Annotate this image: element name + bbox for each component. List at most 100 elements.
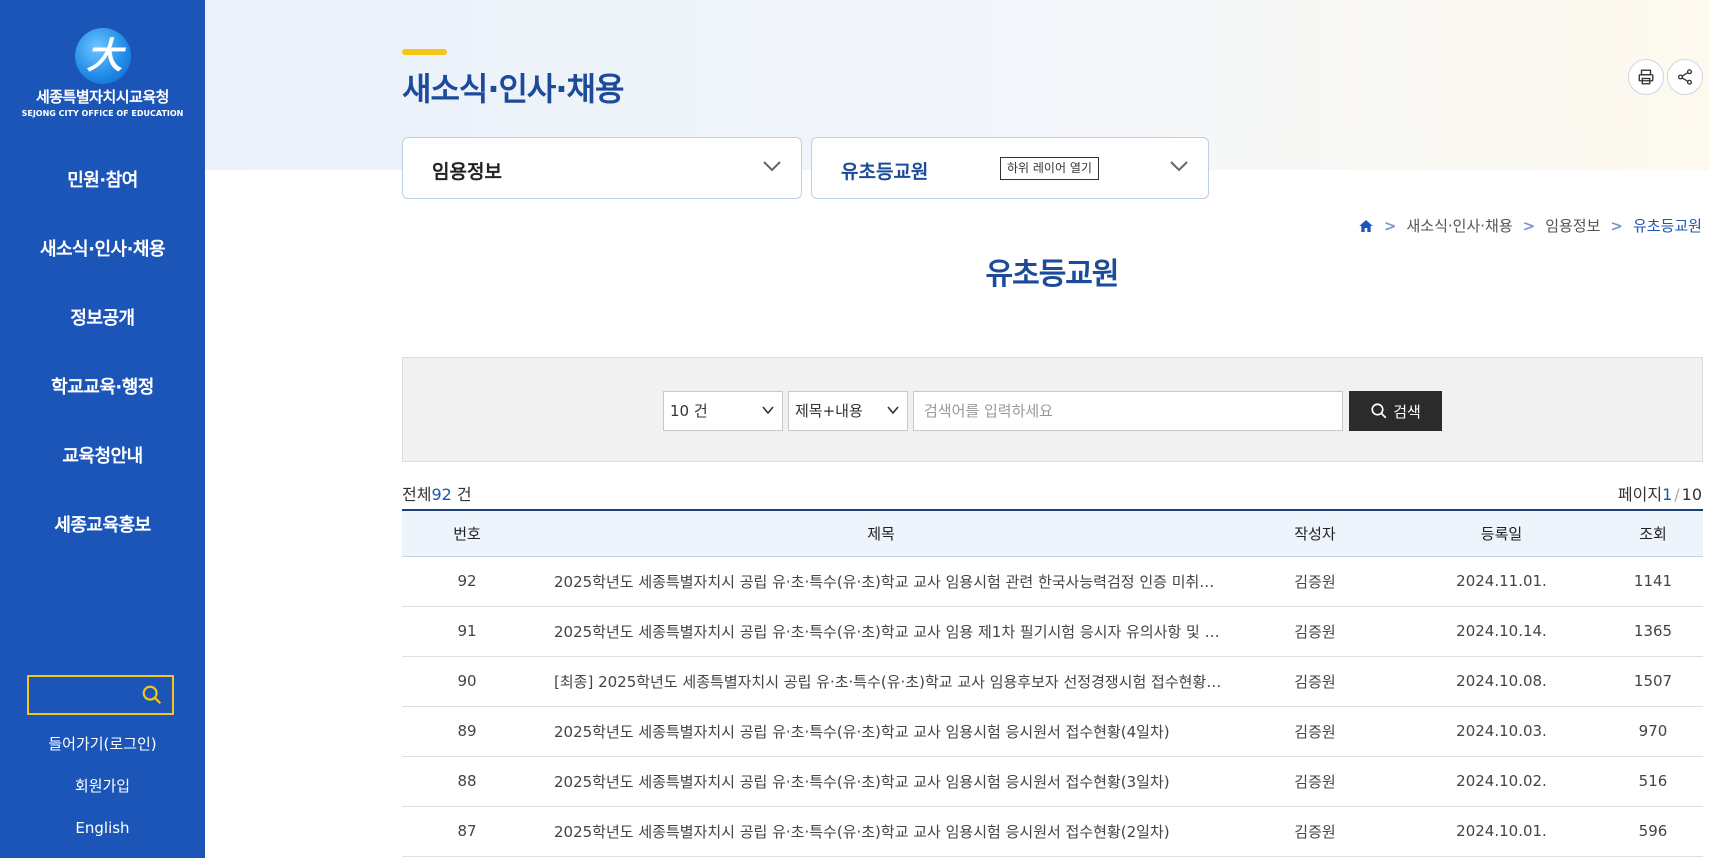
search-input[interactable] [913, 391, 1343, 431]
chevron-down-icon [1170, 161, 1188, 172]
nav-item-pr[interactable]: 세종교육홍보 [0, 505, 205, 574]
logo-korean-name: 세종특별자치시교육청 [35, 88, 170, 106]
cell-date: 2024.10.08. [1456, 672, 1547, 690]
header-title: 제목 [867, 524, 895, 543]
table-row[interactable]: 90 [최종] 2025학년도 세종특별자치시 공립 유·초·특수(유·초)학교… [402, 656, 1703, 706]
table-header: 번호 제목 작성자 등록일 조회 [402, 510, 1703, 556]
table-row[interactable]: 89 2025학년도 세종특별자치시 공립 유·초·특수(유·초)학교 교사 임… [402, 706, 1703, 756]
board-table: 번호 제목 작성자 등록일 조회 92 2025학년도 세종특별자치시 공립 유… [402, 509, 1703, 857]
share-button[interactable] [1667, 59, 1703, 95]
cell-views: 516 [1638, 772, 1668, 790]
cell-number: 91 [457, 622, 477, 640]
table-row[interactable]: 88 2025학년도 세종특별자치시 공립 유·초·특수(유·초)학교 교사 임… [402, 756, 1703, 806]
cell-number: 87 [457, 822, 477, 840]
chevron-right-icon: > [1610, 216, 1623, 235]
join-link[interactable]: 회원가입 [0, 775, 205, 817]
field-select[interactable]: 제목+내용 [788, 391, 908, 431]
logo[interactable]: 大 세종특별자치시교육청 SEJONG CITY OFFICE OF EDUCA… [0, 28, 205, 118]
nav-item-office-guide[interactable]: 교육청안내 [0, 436, 205, 505]
breadcrumb-current[interactable]: 유초등교원 [1633, 215, 1702, 236]
nav-item-civil[interactable]: 민원·참여 [0, 160, 205, 229]
cell-title-link[interactable]: 2025학년도 세종특별자치시 공립 유·초·특수(유·초)학교 교사 임용시험… [532, 556, 1230, 606]
logo-english-name: SEJONG CITY OFFICE OF EDUCATION [21, 109, 184, 118]
chevron-down-icon [762, 406, 774, 415]
title-accent-bar [402, 49, 447, 55]
nav-item-info-disclosure[interactable]: 정보공개 [0, 298, 205, 367]
header-writer: 작성자 [1294, 524, 1336, 543]
page-current: 1 [1662, 485, 1673, 504]
home-icon[interactable] [1358, 218, 1374, 234]
share-icon [1677, 69, 1693, 85]
table-row[interactable]: 92 2025학년도 세종특별자치시 공립 유·초·특수(유·초)학교 교사 임… [402, 556, 1703, 606]
cell-number: 92 [457, 572, 477, 590]
cell-title-link[interactable]: [최종] 2025학년도 세종특별자치시 공립 유·초·특수(유·초)학교 교사… [532, 656, 1230, 706]
cell-date: 2024.11.01. [1456, 572, 1547, 590]
cell-title-link[interactable]: 2025학년도 세종특별자치시 공립 유·초·특수(유·초)학교 교사 임용 제… [532, 606, 1230, 656]
total-suffix: 건 [451, 485, 472, 504]
field-select-value: 제목+내용 [795, 402, 863, 420]
cell-number: 88 [457, 772, 477, 790]
breadcrumb: > 새소식·인사·채용 > 임용정보 > 유초등교원 [1358, 215, 1702, 236]
page-total: 10 [1681, 485, 1702, 504]
cell-date: 2024.10.01. [1456, 822, 1547, 840]
header-number: 번호 [453, 524, 481, 543]
search-panel: 10 건 제목+내용 검색 [402, 357, 1703, 462]
print-button[interactable] [1628, 59, 1664, 95]
sidebar: 大 세종특별자치시교육청 SEJONG CITY OFFICE OF EDUCA… [0, 0, 205, 858]
total-count: 전체92 건 [402, 481, 472, 505]
login-link[interactable]: 들어가기(로그인) [0, 733, 205, 775]
page-separator: / [1674, 485, 1680, 504]
table-row[interactable]: 87 2025학년도 세종특별자치시 공립 유·초·특수(유·초)학교 교사 임… [402, 806, 1703, 856]
search-button[interactable]: 검색 [1349, 391, 1442, 431]
cell-writer: 김증원 [1294, 772, 1336, 791]
category-dropdown[interactable]: 임용정보 [402, 137, 802, 199]
table-body: 92 2025학년도 세종특별자치시 공립 유·초·특수(유·초)학교 교사 임… [402, 556, 1703, 856]
category-dropdown-label: 임용정보 [432, 161, 502, 183]
search-button-label: 검색 [1393, 402, 1421, 421]
cell-title-link[interactable]: 2025학년도 세종특별자치시 공립 유·초·특수(유·초)학교 교사 임용시험… [532, 756, 1230, 806]
cell-date: 2024.10.03. [1456, 722, 1547, 740]
chevron-down-icon [763, 161, 781, 172]
count-select-value: 10 건 [670, 402, 708, 420]
logo-emblem-icon: 大 [74, 28, 131, 84]
cell-date: 2024.10.14. [1456, 622, 1547, 640]
chevron-down-icon [887, 406, 899, 415]
print-icon [1638, 69, 1654, 85]
chevron-right-icon: > [1522, 216, 1536, 235]
search-icon [1371, 403, 1387, 419]
page-prefix: 페이지 [1617, 485, 1663, 504]
cell-title-link[interactable]: 2025학년도 세종특별자치시 공립 유·초·특수(유·초)학교 교사 임용시험… [532, 706, 1230, 756]
section-title: 유초등교원 [985, 257, 1120, 292]
total-prefix: 전체 [402, 485, 432, 504]
cell-views: 1365 [1633, 622, 1673, 640]
page-title: 새소식·인사·채용 [402, 70, 624, 108]
english-link[interactable]: English [0, 817, 205, 858]
open-sublayer-badge[interactable]: 하위 레이어 열기 [1000, 157, 1099, 180]
breadcrumb-item[interactable]: 새소식·인사·채용 [1406, 215, 1512, 236]
count-select[interactable]: 10 건 [663, 391, 783, 431]
total-number: 92 [431, 485, 452, 504]
cell-writer: 김증원 [1294, 622, 1336, 641]
breadcrumb-item[interactable]: 임용정보 [1545, 215, 1600, 236]
subcategory-dropdown-label: 유초등교원 [841, 161, 929, 183]
cell-views: 596 [1638, 822, 1668, 840]
subcategory-dropdown[interactable]: 유초등교원 하위 레이어 열기 [811, 137, 1209, 199]
cell-title-link[interactable]: 2025학년도 세종특별자치시 공립 유·초·특수(유·초)학교 교사 임용시험… [532, 806, 1230, 856]
cell-views: 1141 [1633, 572, 1673, 590]
cell-views: 1507 [1633, 672, 1673, 690]
sidebar-search-box[interactable] [27, 675, 174, 715]
header-views: 조회 [1639, 524, 1667, 543]
sidebar-links: 들어가기(로그인) 회원가입 English [0, 733, 205, 858]
search-icon[interactable] [141, 684, 163, 706]
page-info: 페이지1/10 [1618, 481, 1702, 505]
nav-item-school-admin[interactable]: 학교교육·행정 [0, 367, 205, 436]
cell-views: 970 [1638, 722, 1668, 740]
cell-writer: 김증원 [1294, 672, 1336, 691]
cell-writer: 김증원 [1294, 572, 1336, 591]
header-date: 등록일 [1480, 524, 1523, 543]
nav-item-news[interactable]: 새소식·인사·채용 [0, 229, 205, 298]
table-row[interactable]: 91 2025학년도 세종특별자치시 공립 유·초·특수(유·초)학교 교사 임… [402, 606, 1703, 656]
sidebar-nav: 민원·참여 새소식·인사·채용 정보공개 학교교육·행정 교육청안내 세종교육홍… [0, 160, 205, 574]
cell-number: 90 [457, 672, 477, 690]
cell-writer: 김증원 [1294, 822, 1336, 841]
